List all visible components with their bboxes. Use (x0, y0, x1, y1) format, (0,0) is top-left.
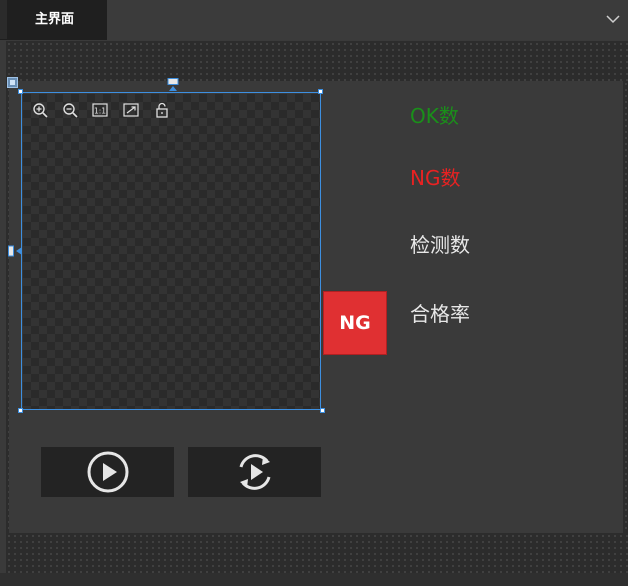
anchor-marker-icon[interactable] (7, 77, 18, 88)
resize-handle-top-left[interactable] (18, 89, 23, 94)
image-viewer[interactable] (23, 94, 321, 410)
tab-main[interactable]: 主界面 (7, 0, 107, 40)
loop-play-icon (239, 454, 270, 490)
chevron-down-icon[interactable] (606, 12, 620, 26)
run-once-button[interactable] (41, 447, 174, 497)
resize-handle-bottom-left[interactable] (18, 408, 23, 413)
top-anchor-handle-icon[interactable] (167, 78, 179, 92)
resize-handle-top-right[interactable] (318, 89, 323, 94)
ng-count-label: NG数 (410, 166, 461, 190)
grid-strip-right (623, 81, 628, 533)
resize-handle-bottom-right[interactable] (320, 408, 325, 413)
grid-strip-top (6, 41, 628, 81)
tab-bar: 主界面 (0, 0, 628, 40)
play-circle-icon (87, 451, 128, 493)
grid-strip-bottom (6, 533, 628, 573)
run-loop-button[interactable] (188, 447, 321, 497)
detect-count-label: 检测数 (410, 233, 470, 257)
fit-window-icon[interactable] (123, 102, 139, 118)
zoom-out-icon[interactable] (62, 102, 78, 118)
left-anchor-handle-icon[interactable] (8, 245, 23, 257)
status-bar (0, 573, 628, 586)
result-indicator: NG (323, 291, 387, 355)
fit-1to1-icon[interactable]: 1:1 (92, 102, 108, 118)
unlock-icon[interactable] (154, 102, 170, 118)
fit-1to1-label: 1:1 (94, 107, 106, 116)
ok-count-label: OK数 (410, 104, 459, 128)
pass-rate-label: 合格率 (410, 302, 470, 326)
tab-strip-empty (107, 0, 628, 40)
zoom-in-icon[interactable] (32, 102, 48, 118)
